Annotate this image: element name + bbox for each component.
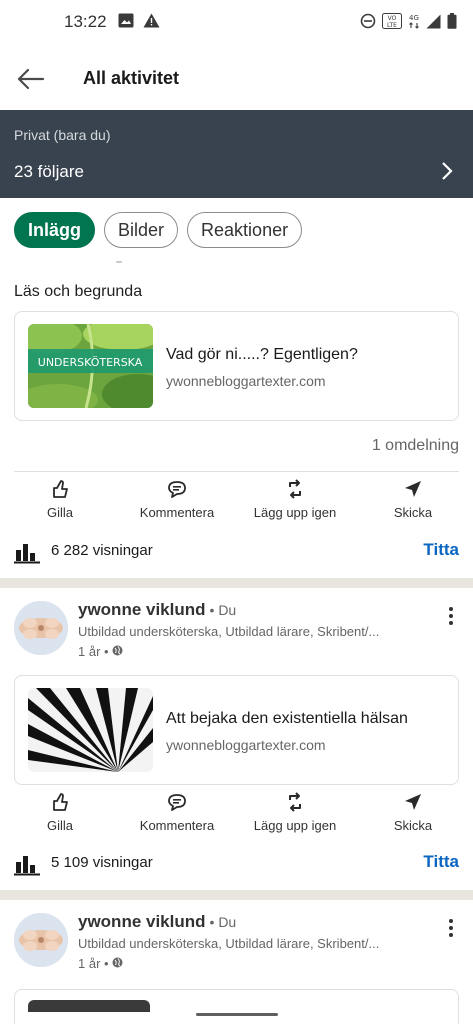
thumbs-up-icon bbox=[51, 478, 69, 500]
views-count: 6 282 visningar bbox=[51, 542, 153, 559]
avatar[interactable] bbox=[14, 601, 68, 655]
comment-button[interactable]: Kommentera bbox=[117, 791, 237, 833]
post-time: 1 år • bbox=[78, 644, 123, 659]
back-arrow-icon[interactable] bbox=[14, 62, 48, 96]
globe-icon bbox=[112, 956, 123, 971]
filter-chips: Inlägg Bilder Reaktioner bbox=[14, 212, 303, 248]
privacy-banner[interactable]: Privat (bara du) 23 följare bbox=[0, 110, 473, 198]
link-thumbnail bbox=[28, 1000, 150, 1012]
globe-icon bbox=[112, 644, 123, 659]
like-button[interactable]: Gilla bbox=[0, 478, 120, 520]
view-analytics-button[interactable]: Titta bbox=[423, 540, 459, 560]
avatar[interactable] bbox=[14, 913, 68, 967]
home-indicator[interactable] bbox=[196, 1013, 278, 1016]
thumbs-up-icon bbox=[51, 791, 69, 813]
top-app-bar: All aktivitet bbox=[0, 46, 473, 110]
link-title: Vad gör ni.....? Egentligen? bbox=[166, 346, 358, 363]
link-domain: ywonnebloggartexter.com bbox=[166, 737, 326, 753]
volte-icon: VO LTE bbox=[382, 13, 402, 34]
comment-button[interactable]: Kommentera bbox=[117, 478, 237, 520]
post-author-header: ywonne viklund • Du Utbildad undersköter… bbox=[14, 600, 459, 661]
battery-icon bbox=[447, 13, 457, 34]
4g-icon: 4G bbox=[408, 13, 420, 34]
bar-chart-icon bbox=[14, 854, 40, 881]
more-options-icon[interactable] bbox=[443, 917, 459, 939]
divider bbox=[14, 471, 459, 472]
shares-count[interactable]: 1 omdelning bbox=[372, 437, 459, 455]
like-button[interactable]: Gilla bbox=[0, 791, 120, 833]
link-title: Att bejaka den existentiella hälsan bbox=[166, 710, 408, 727]
author-du-badge: • Du bbox=[209, 914, 237, 930]
repost-button[interactable]: Lägg upp igen bbox=[235, 791, 355, 833]
post-author-header: ywonne viklund • Du Utbildad undersköter… bbox=[14, 912, 459, 973]
views-row: 6 282 visningar Titta bbox=[14, 540, 459, 564]
send-button[interactable]: Skicka bbox=[353, 478, 473, 520]
repost-button[interactable]: Lägg upp igen bbox=[235, 478, 355, 520]
link-domain: ywonnebloggartexter.com bbox=[166, 373, 326, 389]
post-text: Läs och begrunda bbox=[14, 283, 143, 300]
comment-icon bbox=[167, 478, 187, 500]
bar-chart-icon bbox=[14, 542, 40, 569]
svg-text:LTE: LTE bbox=[387, 22, 397, 29]
views-row: 5 109 visningar Titta bbox=[14, 852, 459, 876]
post-separator bbox=[0, 578, 473, 588]
link-thumbnail: UNDERSKÖTERSKA bbox=[28, 324, 153, 408]
views-count: 5 109 visningar bbox=[51, 854, 153, 871]
comment-icon bbox=[167, 791, 187, 813]
followers-count: 23 följare bbox=[14, 162, 84, 181]
link-preview-card[interactable]: Att bejaka den existentiella hälsan ywon… bbox=[14, 675, 459, 785]
author-headline: Utbildad undersköterska, Utbildad lärare… bbox=[78, 936, 380, 951]
dnd-icon bbox=[360, 13, 376, 34]
send-icon bbox=[404, 478, 422, 500]
privacy-subtitle: Privat (bara du) bbox=[14, 127, 111, 143]
send-button[interactable]: Skicka bbox=[353, 791, 473, 833]
status-time: 13:22 bbox=[64, 12, 107, 31]
post-separator bbox=[0, 890, 473, 900]
more-options-icon[interactable] bbox=[443, 605, 459, 627]
author-name[interactable]: ywonne viklund bbox=[78, 600, 206, 620]
author-name[interactable]: ywonne viklund bbox=[78, 912, 206, 932]
repost-icon bbox=[286, 478, 304, 500]
chevron-right-icon bbox=[441, 161, 453, 186]
author-headline: Utbildad undersköterska, Utbildad lärare… bbox=[78, 624, 380, 639]
post-time: 1 år • bbox=[78, 956, 123, 971]
link-preview-card[interactable]: UNDERSKÖTERSKA Vad gör ni.....? Egentlig… bbox=[14, 311, 459, 421]
svg-text:VO: VO bbox=[388, 15, 397, 22]
view-analytics-button[interactable]: Titta bbox=[423, 852, 459, 872]
chip-bilder[interactable]: Bilder bbox=[104, 212, 179, 248]
author-du-badge: • Du bbox=[209, 602, 237, 618]
chip-reaktioner[interactable]: Reaktioner bbox=[187, 212, 303, 248]
scroll-indicator bbox=[116, 261, 122, 263]
chip-inlagg[interactable]: Inlägg bbox=[14, 212, 95, 248]
link-thumbnail bbox=[28, 688, 153, 772]
thumb-text: UNDERSKÖTERSKA bbox=[38, 356, 143, 369]
repost-icon bbox=[286, 791, 304, 813]
image-icon bbox=[118, 13, 134, 33]
action-row: Gilla Kommentera Lägg upp igen Skicka bbox=[0, 478, 473, 530]
signal-icon bbox=[426, 14, 441, 34]
page-title: All aktivitet bbox=[83, 68, 180, 88]
svg-text:4G: 4G bbox=[409, 14, 419, 22]
status-bar: 13:22 VO LTE 4G bbox=[0, 0, 473, 46]
send-icon bbox=[404, 791, 422, 813]
action-row: Gilla Kommentera Lägg upp igen Skicka bbox=[0, 791, 473, 843]
warning-icon bbox=[143, 13, 160, 33]
